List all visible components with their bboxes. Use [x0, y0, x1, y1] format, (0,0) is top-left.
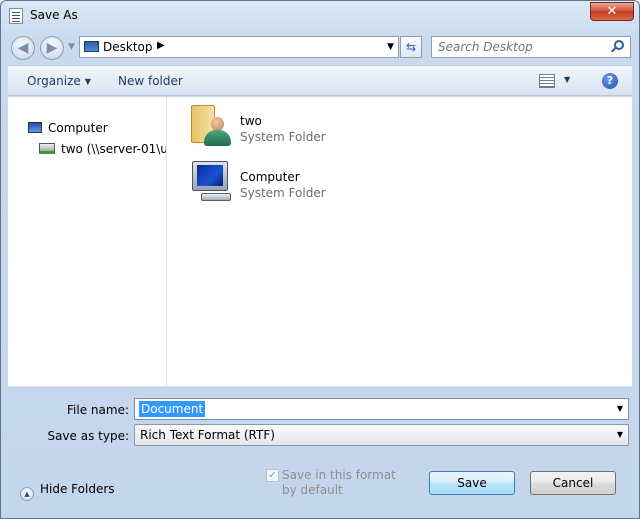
document-app-icon	[9, 8, 23, 24]
nav-item-computer[interactable]: Computer	[28, 121, 108, 135]
refresh-icon: ⇆	[405, 40, 417, 54]
file-item-two[interactable]: two System Folder	[189, 103, 349, 149]
save-type-label: Save as type:	[47, 429, 129, 443]
dialog-title: Save As	[30, 8, 78, 22]
refresh-button[interactable]: ⇆	[400, 36, 422, 58]
file-name: two	[240, 114, 262, 128]
file-name-field[interactable]: Document ▼	[134, 398, 629, 420]
breadcrumb-desktop[interactable]: Desktop	[103, 40, 153, 54]
back-button[interactable]: ◀	[11, 36, 35, 60]
view-options-chevron-icon[interactable]: ▼	[564, 75, 570, 84]
back-arrow-icon: ◀	[17, 40, 29, 56]
close-button[interactable]: ✕	[590, 2, 634, 21]
change-view-icon[interactable]	[539, 74, 555, 88]
forward-button[interactable]: ▶	[40, 36, 64, 60]
checkbox-checked-icon[interactable]: ✓	[266, 469, 279, 482]
file-name-value[interactable]: Document	[139, 401, 206, 417]
hide-folders-button[interactable]: ▲ Hide Folders	[20, 482, 115, 501]
recent-locations-dropdown-icon[interactable]: ▼	[68, 42, 75, 52]
save-format-label: Save in this format by default	[282, 468, 396, 497]
computer-icon	[189, 159, 235, 205]
organize-button[interactable]: Organize ▼	[27, 74, 91, 88]
cancel-button[interactable]: Cancel	[530, 471, 616, 495]
desktop-icon	[84, 41, 99, 52]
forward-arrow-icon: ▶	[46, 40, 58, 56]
chevron-down-icon: ▼	[84, 77, 91, 86]
file-name: Computer	[240, 170, 300, 184]
save-type-select[interactable]: Rich Text Format (RTF) ▼	[134, 424, 629, 446]
save-type-dropdown-icon[interactable]: ▼	[617, 430, 623, 439]
save-as-dialog: Save As ✕ ◀ ▶ ▼ Desktop ▶ ▼ ⇆ Organize▼ …	[0, 0, 640, 519]
navigation-pane[interactable]: Computer two (\\server-01\users)	[8, 97, 167, 387]
user-folder-icon	[189, 103, 233, 149]
command-toolbar: Organize ▼ New folder ▼ ?	[8, 65, 632, 96]
save-button[interactable]: Save	[429, 471, 515, 495]
file-item-computer[interactable]: Computer System Folder	[189, 159, 349, 205]
file-name-dropdown-icon[interactable]: ▼	[617, 404, 623, 413]
title-bar: Save As ✕	[1, 1, 639, 31]
hide-folders-label: Hide Folders	[40, 482, 115, 496]
search-icon[interactable]	[614, 40, 624, 50]
computer-icon	[28, 122, 42, 133]
file-type: System Folder	[240, 130, 326, 144]
organize-label: Organize	[27, 74, 81, 88]
file-type: System Folder	[240, 186, 326, 200]
save-type-value: Rich Text Format (RTF)	[140, 428, 275, 442]
breadcrumb-arrow-icon[interactable]: ▶	[157, 40, 165, 51]
address-bar[interactable]: Desktop ▶ ▼	[79, 36, 399, 58]
chevron-up-icon: ▲	[20, 487, 34, 501]
nav-item-network-share[interactable]: two (\\server-01\users)	[39, 142, 167, 156]
help-icon[interactable]: ?	[602, 73, 618, 89]
nav-item-label: Computer	[48, 121, 108, 135]
nav-item-label: two (\\server-01\users)	[61, 142, 167, 156]
network-drive-icon	[39, 143, 55, 154]
search-box[interactable]	[431, 36, 631, 58]
new-folder-button[interactable]: New folder	[118, 74, 183, 88]
content-area: Computer two (\\server-01\users) two Sys…	[8, 97, 632, 387]
search-input[interactable]	[432, 37, 607, 57]
file-name-label: File name:	[67, 403, 129, 417]
address-dropdown-icon[interactable]: ▼	[387, 42, 394, 52]
